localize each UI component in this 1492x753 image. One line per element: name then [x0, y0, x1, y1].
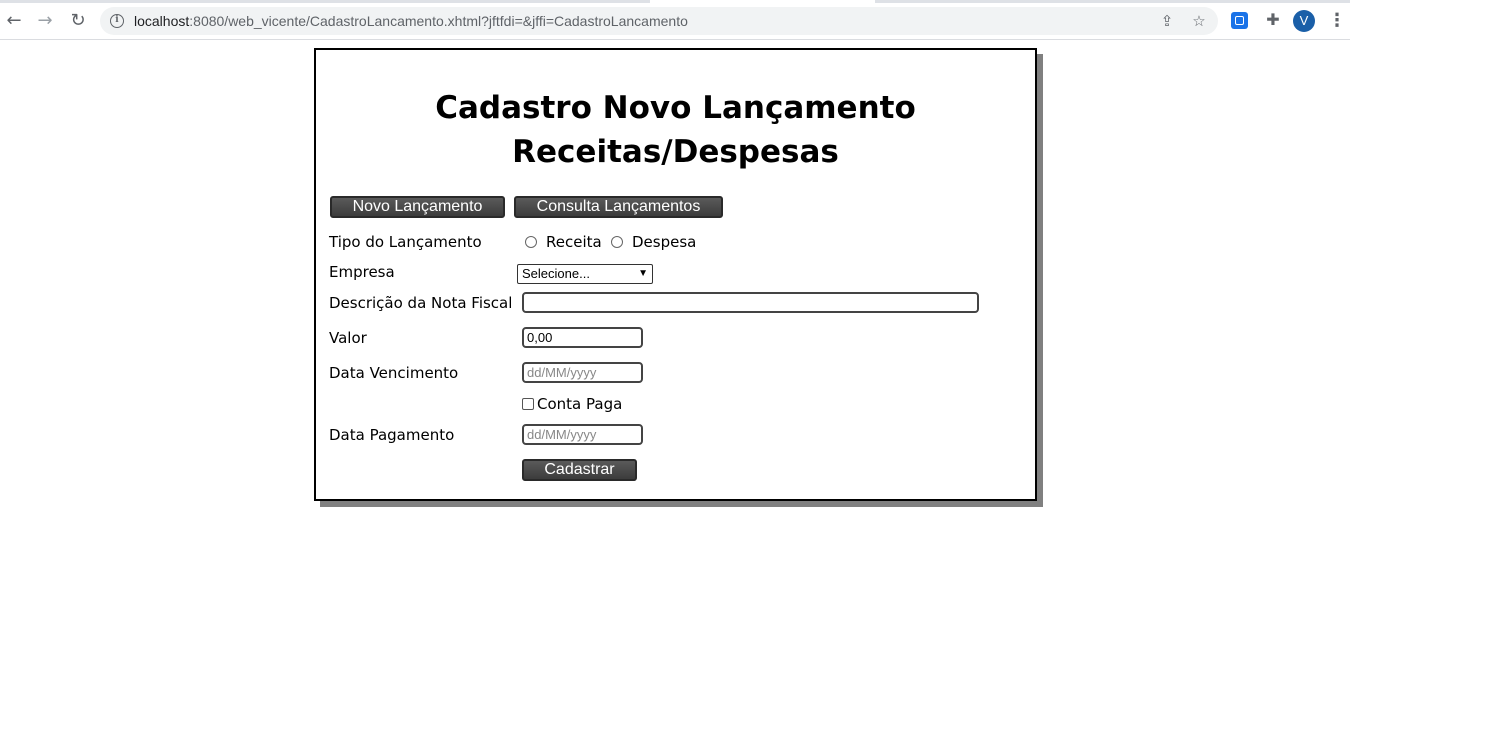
conta-paga-checkbox[interactable]	[522, 398, 534, 410]
extension-icon[interactable]	[1231, 12, 1248, 29]
tipo-label: Tipo do Lançamento	[329, 233, 482, 251]
empresa-selected-value: Selecione...	[522, 266, 590, 281]
despesa-radio-label: Despesa	[632, 233, 697, 251]
tab-strip-edge	[0, 0, 650, 3]
share-icon[interactable]: ⇪	[1159, 13, 1175, 29]
consulta-lancamentos-button[interactable]: Consulta Lançamentos	[514, 196, 723, 218]
cadastrar-button[interactable]: Cadastrar	[522, 459, 637, 481]
back-icon[interactable]: ←	[2, 9, 26, 33]
descricao-label: Descrição da Nota Fiscal	[329, 294, 513, 312]
extensions-puzzle-icon[interactable]: ✚	[1264, 11, 1282, 29]
empresa-select[interactable]: Selecione... ▼	[517, 264, 653, 284]
vencimento-date-input[interactable]: dd/MM/yyyy	[522, 362, 643, 383]
chevron-down-icon: ▼	[638, 268, 648, 279]
descricao-input[interactable]	[522, 292, 979, 313]
valor-input[interactable]: 0,00	[522, 327, 643, 348]
pagamento-date-input[interactable]: dd/MM/yyyy	[522, 424, 643, 445]
url-host: localhost	[134, 13, 190, 29]
url-text[interactable]: localhost:8080/web_vicente/CadastroLanca…	[134, 13, 688, 29]
vencimento-label: Data Vencimento	[329, 364, 459, 382]
site-info-icon[interactable]: i	[110, 14, 124, 28]
conta-paga-label: Conta Paga	[537, 395, 623, 413]
novo-lancamento-button[interactable]: Novo Lançamento	[330, 196, 505, 218]
title-line-1: Cadastro Novo Lançamento	[435, 90, 916, 126]
reload-icon[interactable]: ↻	[66, 9, 90, 33]
browser-menu-icon[interactable]: ⋮	[1328, 10, 1346, 32]
cadastro-panel: Cadastro Novo Lançamento Receitas/Despes…	[314, 48, 1037, 501]
browser-toolbar: ← → ↻ i localhost:8080/web_vicente/Cadas…	[0, 0, 1350, 40]
receita-radio[interactable]	[525, 236, 537, 248]
pagamento-label: Data Pagamento	[329, 426, 455, 444]
empresa-label: Empresa	[329, 263, 395, 281]
despesa-radio[interactable]	[611, 236, 623, 248]
tab-strip-edge	[875, 0, 1350, 3]
url-path: :8080/web_vicente/CadastroLancamento.xht…	[189, 13, 688, 29]
address-bar[interactable]: i localhost:8080/web_vicente/CadastroLan…	[100, 7, 1218, 35]
forward-icon[interactable]: →	[33, 9, 57, 33]
page-title: Cadastro Novo Lançamento Receitas/Despes…	[316, 86, 1035, 174]
title-line-2: Receitas/Despesas	[512, 134, 839, 170]
bookmark-star-icon[interactable]: ☆	[1191, 13, 1207, 29]
valor-label: Valor	[329, 329, 367, 347]
receita-radio-label: Receita	[546, 233, 602, 251]
profile-avatar[interactable]: V	[1293, 10, 1315, 32]
